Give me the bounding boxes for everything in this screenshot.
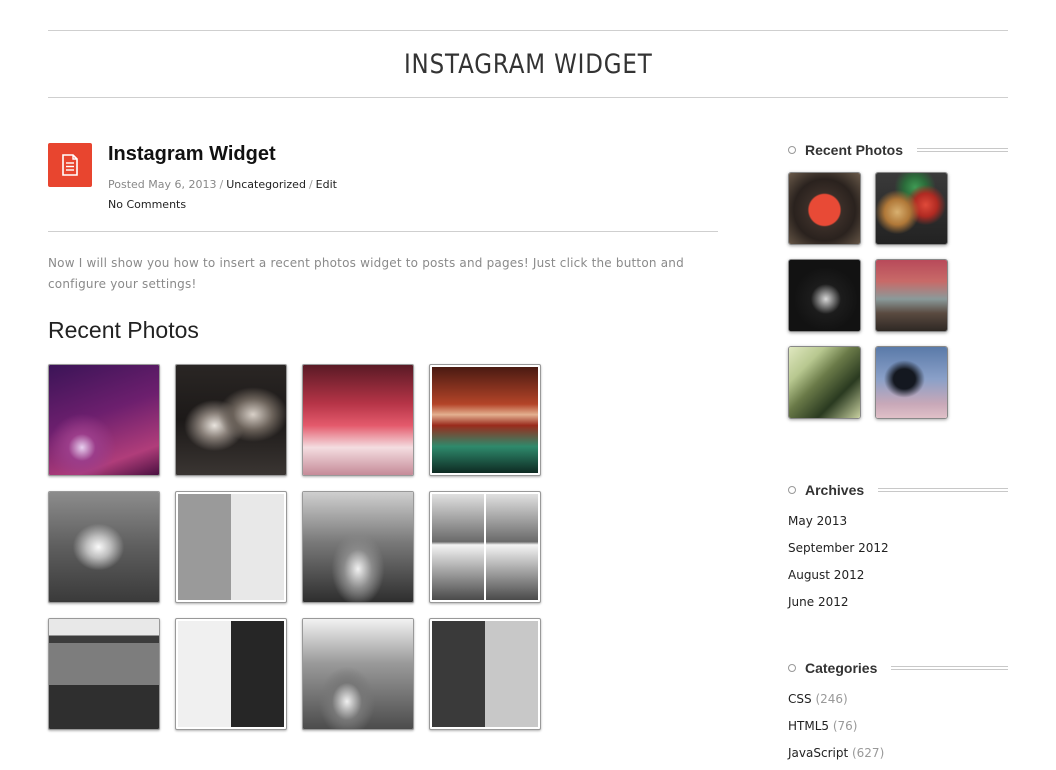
photo-thumbnail[interactable] bbox=[48, 364, 160, 476]
bullet-icon bbox=[788, 486, 796, 494]
sidebar-photo-thumbnail[interactable] bbox=[875, 346, 948, 419]
post-body: Now I will show you how to insert a rece… bbox=[48, 256, 684, 291]
category-count: (246) bbox=[815, 692, 848, 706]
archive-link[interactable]: August 2012 bbox=[788, 568, 889, 595]
photo-thumbnail[interactable] bbox=[175, 364, 287, 476]
edit-link[interactable]: Edit bbox=[316, 178, 337, 191]
photo-thumbnail[interactable] bbox=[429, 491, 541, 603]
post-title[interactable]: Instagram Widget bbox=[108, 143, 276, 166]
photo-thumbnail[interactable] bbox=[302, 491, 414, 603]
archives-widget-heading: Archives bbox=[788, 482, 1008, 498]
widget-title: Categories bbox=[805, 660, 878, 676]
category-item: CSS (246) bbox=[788, 692, 884, 719]
photo-thumbnail[interactable] bbox=[175, 491, 287, 603]
category-item: JavaScript (627) bbox=[788, 746, 884, 770]
archive-link[interactable]: September 2012 bbox=[788, 541, 889, 568]
page-title: INSTAGRAM WIDGET bbox=[403, 48, 653, 80]
heading-rule bbox=[891, 666, 1008, 670]
recent-photos-heading: Recent Photos bbox=[48, 317, 199, 343]
archive-link[interactable]: May 2013 bbox=[788, 514, 889, 541]
page-header: INSTAGRAM WIDGET bbox=[48, 30, 1008, 98]
category-link[interactable]: Uncategorized bbox=[226, 178, 306, 191]
widget-title: Archives bbox=[805, 482, 865, 498]
sidebar-photo-thumbnail[interactable] bbox=[788, 172, 861, 245]
sidebar-photo-thumbnail[interactable] bbox=[788, 346, 861, 419]
heading-rule bbox=[878, 488, 1008, 492]
heading-rule bbox=[917, 148, 1008, 152]
comments-link[interactable]: No Comments bbox=[108, 195, 337, 215]
widget-title: Recent Photos bbox=[805, 142, 904, 158]
categories-widget-heading: Categories bbox=[788, 660, 1008, 676]
photo-thumbnail[interactable] bbox=[302, 618, 414, 730]
sidebar-photo-thumbnail[interactable] bbox=[875, 172, 948, 245]
photo-thumbnail[interactable] bbox=[48, 491, 160, 603]
categories-list: CSS (246) HTML5 (76) JavaScript (627) bbox=[788, 692, 884, 770]
sidebar-photo-thumbnail[interactable] bbox=[788, 259, 861, 332]
post-format-badge bbox=[48, 143, 92, 187]
meta-separator: / bbox=[308, 178, 313, 191]
category-link[interactable]: JavaScript bbox=[788, 746, 848, 760]
photo-thumbnail[interactable] bbox=[429, 618, 541, 730]
photo-thumbnail[interactable] bbox=[48, 618, 160, 730]
category-link[interactable]: CSS bbox=[788, 692, 812, 706]
photo-thumbnail[interactable] bbox=[429, 364, 541, 476]
post-meta: Posted May 6, 2013/Uncategorized / Edit No… bbox=[108, 175, 337, 215]
category-link[interactable]: HTML5 bbox=[788, 719, 829, 733]
meta-separator: / bbox=[219, 178, 224, 191]
archives-list: May 2013 September 2012 August 2012 June… bbox=[788, 514, 889, 622]
bullet-icon bbox=[788, 146, 796, 154]
bullet-icon bbox=[788, 664, 796, 672]
sidebar-photo-thumbnail[interactable] bbox=[875, 259, 948, 332]
post-date: Posted May 6, 2013 bbox=[108, 178, 217, 191]
post-divider bbox=[48, 231, 718, 232]
photo-thumbnail[interactable] bbox=[175, 618, 287, 730]
category-count: (76) bbox=[832, 719, 858, 733]
archive-link[interactable]: June 2012 bbox=[788, 595, 889, 622]
category-count: (627) bbox=[851, 746, 885, 760]
document-icon bbox=[62, 154, 78, 176]
photo-thumbnail[interactable] bbox=[302, 364, 414, 476]
recent-photos-widget-heading: Recent Photos bbox=[788, 142, 1008, 158]
category-item: HTML5 (76) bbox=[788, 719, 884, 746]
